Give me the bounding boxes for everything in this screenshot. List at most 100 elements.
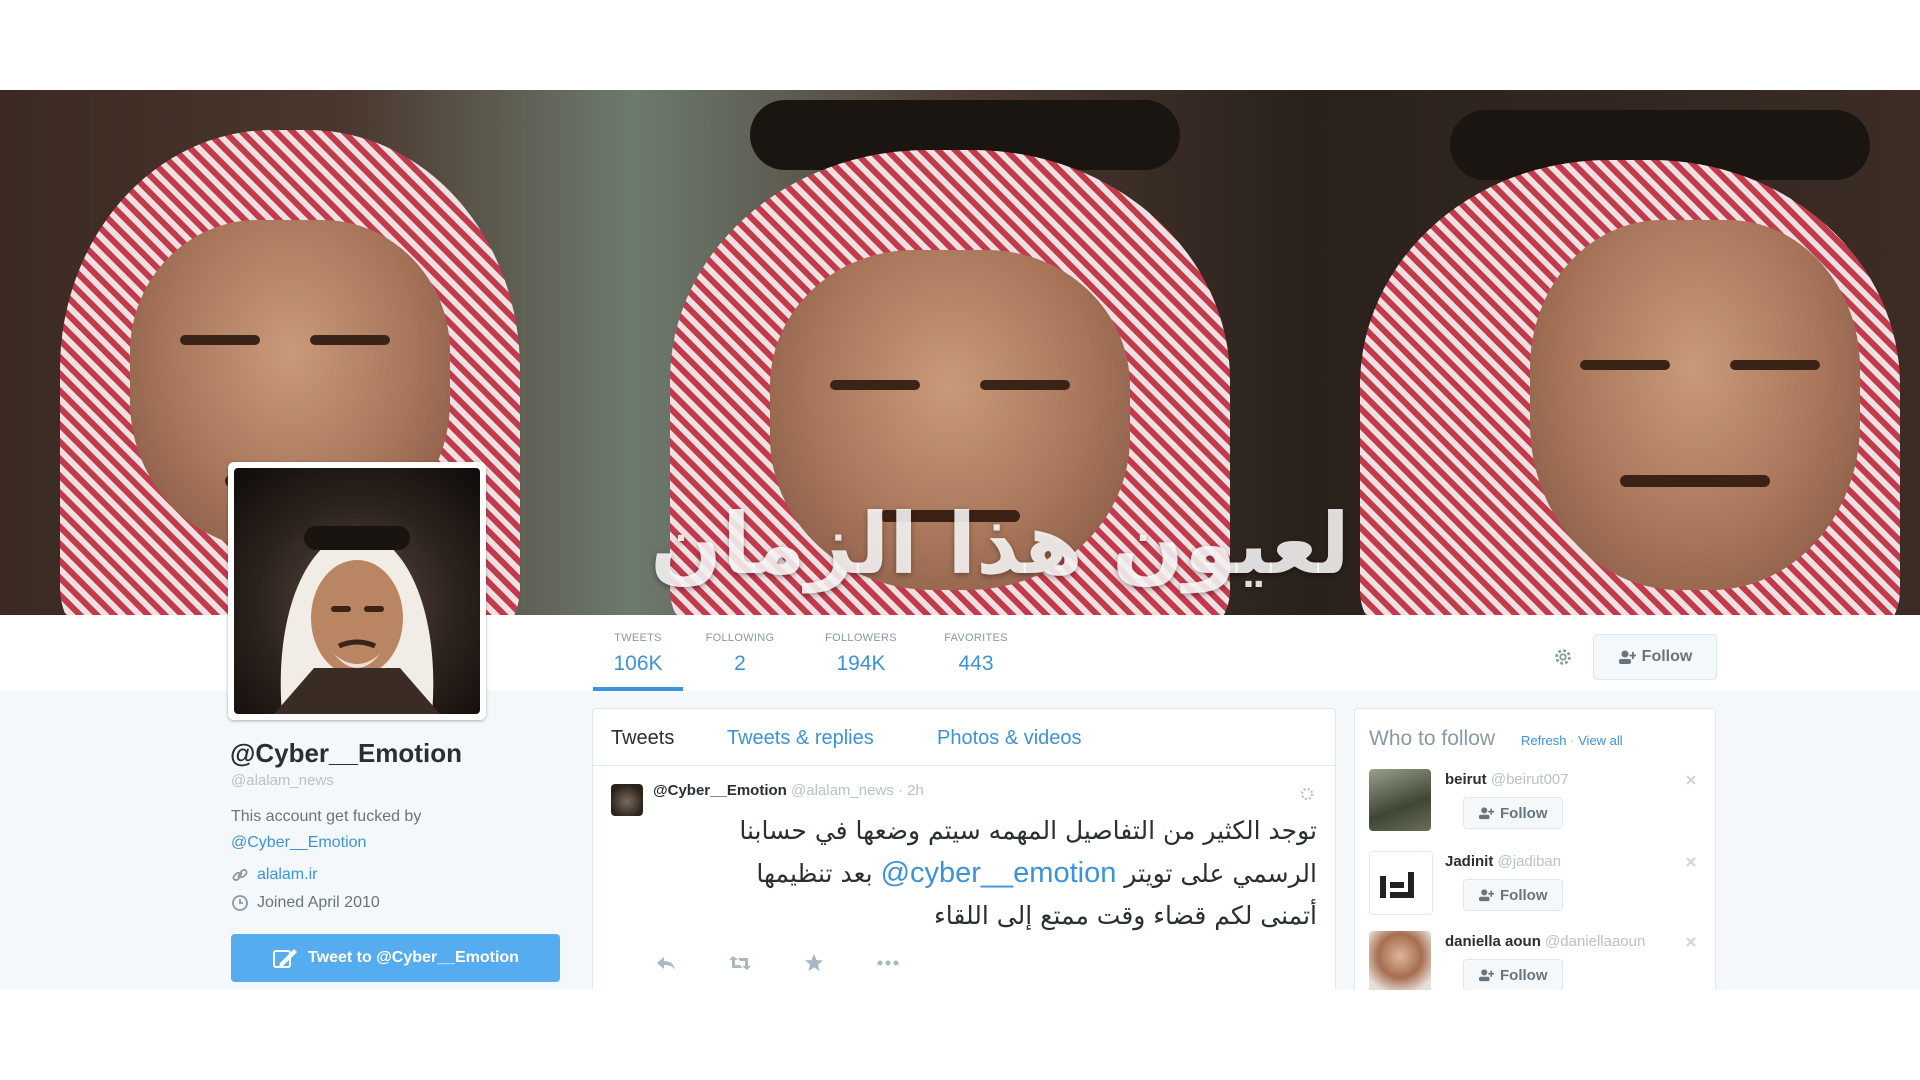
link-icon [232, 869, 248, 881]
suggestion-follow-button[interactable]: Follow [1463, 879, 1563, 911]
tweet-header: @Cyber__Emotion @alalam_news · 2h [653, 782, 924, 799]
tweet-author-name[interactable]: @Cyber__Emotion [653, 782, 787, 799]
retweet-button[interactable] [725, 950, 755, 976]
tweet-options-button[interactable] [1299, 786, 1315, 805]
tweet-line-2-start: الرسمي على تويتر [1124, 859, 1317, 888]
links-separator: · [1570, 733, 1575, 748]
profile-handle[interactable]: @alalam_news [231, 772, 334, 789]
suggestion-name[interactable]: Jadinit [1445, 853, 1493, 870]
suggestion-avatar[interactable] [1369, 769, 1431, 831]
suggestion-follow-button[interactable]: Follow [1463, 797, 1563, 829]
bio-mention-link[interactable]: @Cyber__Emotion [231, 830, 531, 856]
suggestion-name-row: daniella aoun @daniellaaoun [1445, 933, 1645, 950]
profile-bio: This account get fucked by @Cyber__Emoti… [231, 804, 531, 856]
tab-tweets-replies[interactable]: Tweets & replies [727, 727, 874, 750]
stat-tweets[interactable]: TWEETS 106K [606, 632, 670, 676]
gear-icon [1555, 649, 1571, 665]
suggestion-follow-label: Follow [1500, 804, 1548, 822]
suggestion-name[interactable]: daniella aoun [1445, 933, 1541, 950]
tweet-actions [651, 950, 903, 976]
dismiss-suggestion-button[interactable] [1685, 855, 1697, 871]
calendar-icon [232, 895, 248, 911]
retweet-icon [729, 956, 751, 970]
settings-button[interactable] [1546, 640, 1580, 674]
who-to-follow-title: Who to follow [1369, 727, 1496, 750]
stat-favorites[interactable]: FAVORITES 443 [935, 632, 1017, 676]
tweet-item[interactable]: @Cyber__Emotion @alalam_news · 2h توجد ا… [593, 766, 1335, 991]
suggestion-follow-button[interactable]: Follow [1463, 959, 1563, 991]
profile-joined-row: Joined April 2010 [231, 894, 380, 912]
more-button[interactable] [873, 950, 903, 976]
suggestion-item: Jadinit @jadiban Follow [1369, 851, 1701, 923]
stat-followers[interactable]: FOLLOWERS 194K [815, 632, 907, 676]
tweet-gear-icon [1300, 787, 1314, 801]
avatar-photo [234, 468, 480, 714]
stat-value: 106K [613, 652, 663, 675]
stat-following[interactable]: FOLLOWING 2 [697, 632, 783, 676]
dismiss-suggestion-button[interactable] [1685, 935, 1697, 951]
close-icon [1686, 857, 1696, 867]
compose-icon [273, 949, 298, 968]
timeline-tabs: Tweets Tweets & replies Photos & videos [593, 709, 1335, 766]
suggestion-handle[interactable]: @daniellaaoun [1545, 933, 1645, 950]
suggestion-handle[interactable]: @beirut007 [1491, 771, 1569, 788]
who-to-follow-links: Refresh · View all [1521, 733, 1623, 748]
top-margin [0, 0, 1920, 90]
profile-website-link[interactable]: alalam.ir [257, 866, 317, 884]
tweet-line-3: أتمنى لكم قضاء وقت ممتع إلى اللقاء [933, 901, 1317, 930]
profile-joined-date: Joined April 2010 [257, 894, 380, 911]
banner-caption: لعيون هذا الزمان [650, 495, 1350, 593]
close-icon [1686, 775, 1696, 785]
suggestion-follow-label: Follow [1500, 886, 1548, 904]
tweet-text: توجد الكثير من التفاصيل المهمه سيتم وضعه… [627, 810, 1317, 937]
tab-photos-videos[interactable]: Photos & videos [937, 727, 1082, 750]
stat-label: FAVORITES [944, 632, 1008, 644]
stat-value: 2 [734, 652, 746, 675]
tweet-author-handle[interactable]: @alalam_news [791, 782, 894, 799]
suggestion-follow-label: Follow [1500, 966, 1548, 984]
suggestion-name-row: Jadinit @jadiban [1445, 853, 1561, 870]
tweet-to-button[interactable]: Tweet to @Cyber__Emotion [231, 934, 560, 982]
close-icon [1686, 937, 1696, 947]
tweet-line-1: توجد الكثير من التفاصيل المهمه سيتم وضعه… [739, 816, 1317, 845]
refresh-link[interactable]: Refresh [1521, 733, 1567, 748]
who-to-follow-panel: Who to follow Refresh · View all beirut … [1354, 708, 1716, 993]
active-stat-underline [593, 687, 683, 691]
suggestion-name[interactable]: beirut [1445, 771, 1487, 788]
stat-value: 443 [958, 652, 994, 675]
tweet-line-2-end: بعد تنظيمها [756, 859, 873, 888]
tweet-timestamp[interactable]: · 2h [898, 782, 924, 799]
follow-button[interactable]: Follow [1593, 634, 1717, 680]
view-all-link[interactable]: View all [1578, 733, 1623, 748]
profile-avatar[interactable] [228, 462, 486, 720]
follow-person-icon [1479, 807, 1494, 820]
suggestion-handle[interactable]: @jadiban [1498, 853, 1562, 870]
follow-button-label: Follow [1641, 648, 1693, 665]
star-icon [805, 954, 823, 971]
dismiss-suggestion-button[interactable] [1685, 773, 1697, 789]
follow-person-icon [1479, 969, 1494, 982]
stat-label: TWEETS [614, 632, 662, 644]
tweet-line-2: الرسمي على تويتر @cyber__emotion بعد تنظ… [627, 852, 1317, 895]
stat-label: FOLLOWERS [825, 632, 897, 644]
tweet-mention-link[interactable]: @cyber__emotion [881, 857, 1117, 889]
bio-text: This account get fucked by [231, 808, 422, 825]
suggestion-avatar[interactable] [1369, 931, 1431, 993]
reply-button[interactable] [651, 950, 681, 976]
tab-tweets[interactable]: Tweets [611, 727, 674, 750]
follow-person-icon [1479, 889, 1494, 902]
favorite-button[interactable] [799, 950, 829, 976]
more-dots-icon [877, 960, 899, 966]
follow-person-icon [1618, 650, 1636, 664]
bottom-margin [0, 990, 1920, 1080]
suggestion-item: beirut @beirut007 Follow [1369, 769, 1701, 841]
profile-website-row: alalam.ir [231, 866, 317, 884]
suggestion-name-row: beirut @beirut007 [1445, 771, 1569, 788]
tweet-to-button-label: Tweet to @Cyber__Emotion [308, 949, 519, 966]
suggestion-avatar[interactable] [1369, 851, 1433, 915]
profile-name: @Cyber__Emotion [230, 738, 462, 768]
stat-value: 194K [836, 652, 886, 675]
suggestion-logo-graphic [1380, 872, 1414, 898]
stat-label: FOLLOWING [705, 632, 775, 644]
timeline-panel: Tweets Tweets & replies Photos & videos … [592, 708, 1336, 992]
